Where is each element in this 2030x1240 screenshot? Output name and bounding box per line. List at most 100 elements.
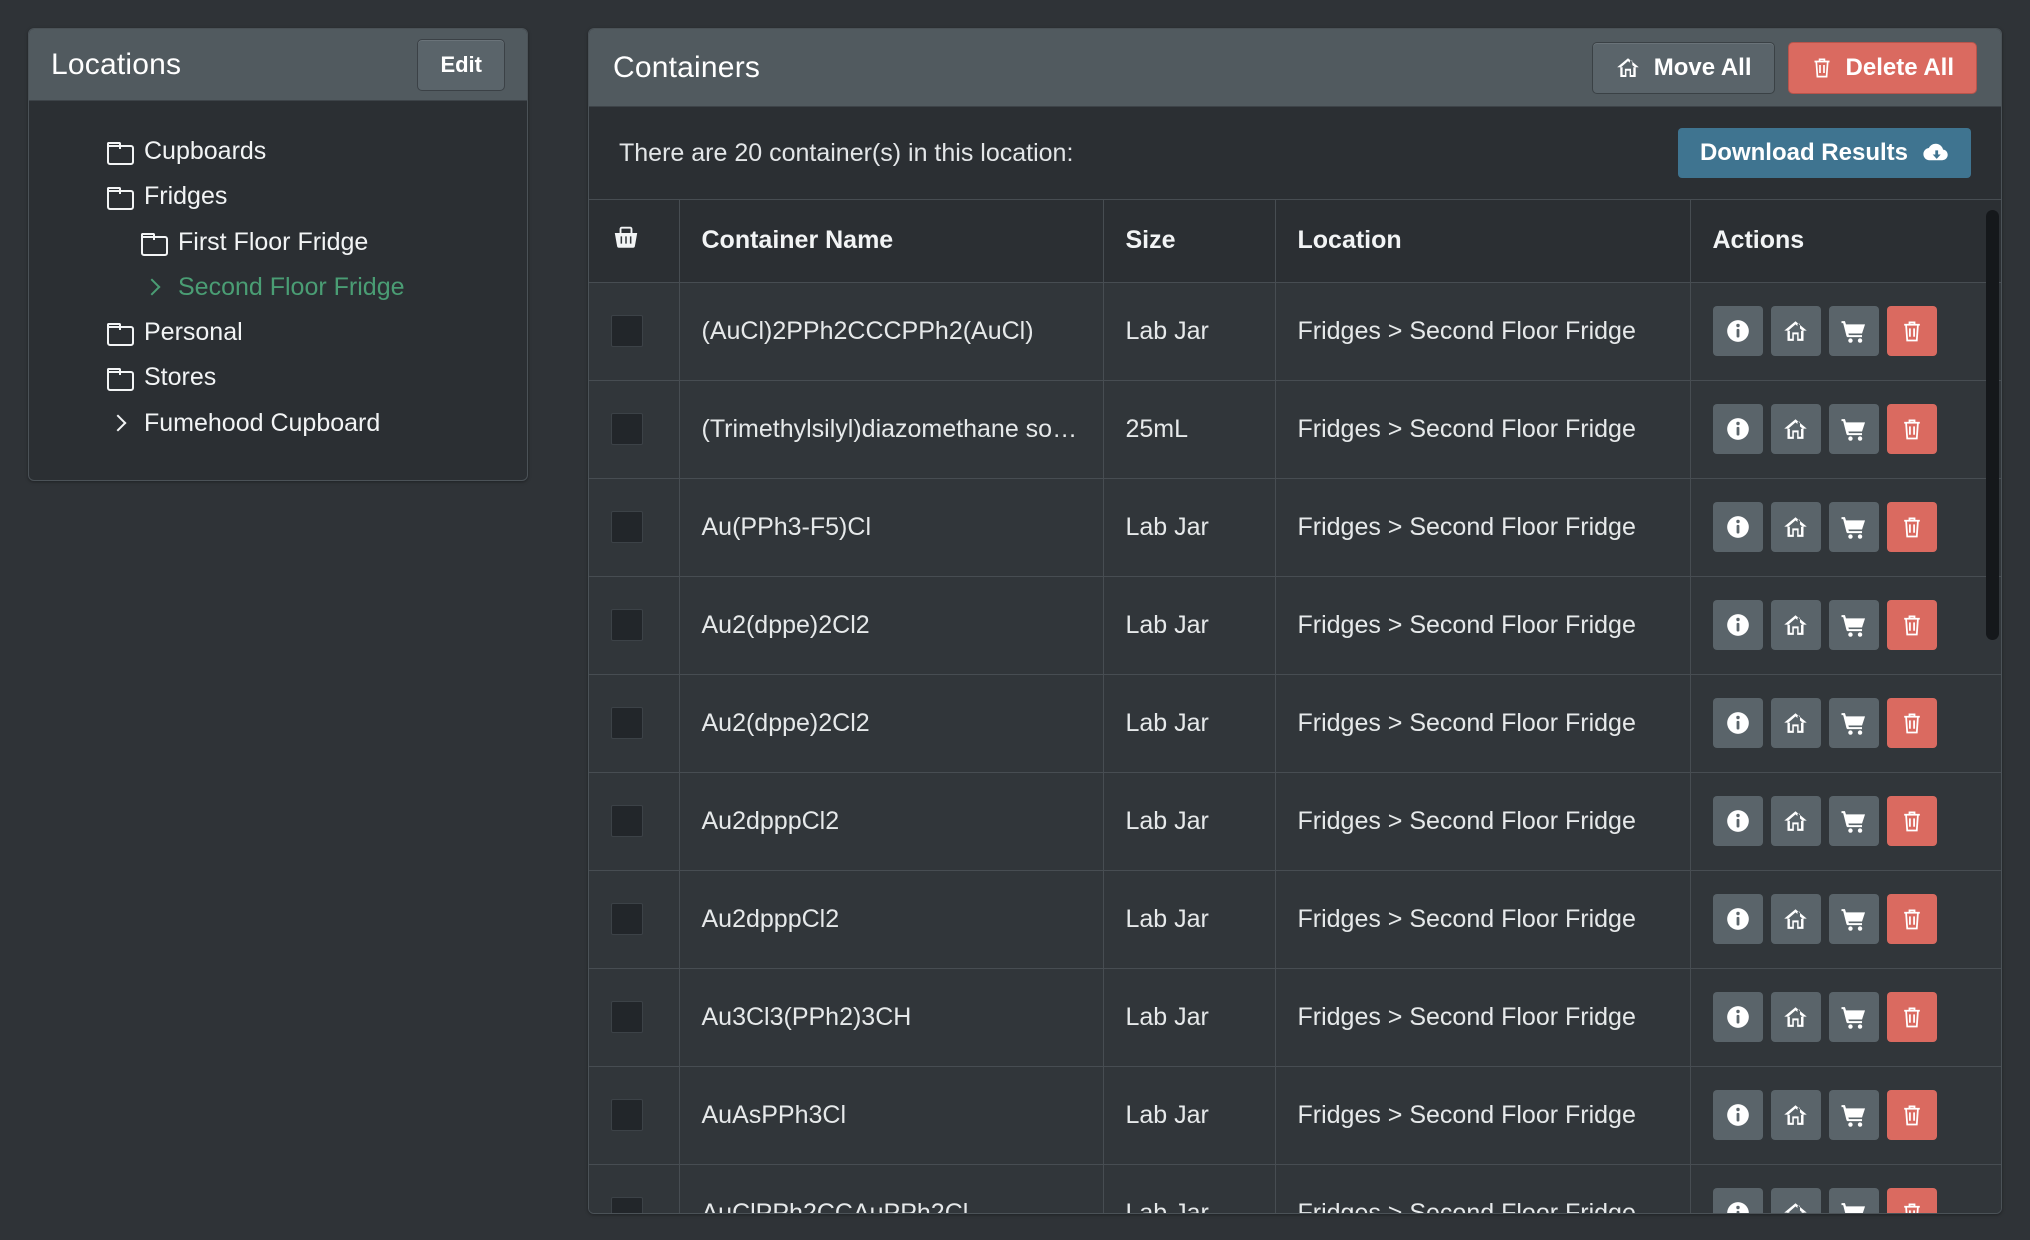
- row-checkbox[interactable]: [611, 1099, 643, 1131]
- location-tree-item-first-floor-fridge[interactable]: First Floor Fridge: [29, 220, 527, 265]
- row-home-button[interactable]: [1770, 600, 1821, 650]
- row-trash-button[interactable]: [1886, 992, 1937, 1042]
- row-checkbox[interactable]: [611, 413, 643, 445]
- row-checkbox[interactable]: [611, 707, 643, 739]
- edit-locations-button[interactable]: Edit: [417, 38, 505, 91]
- cell-actions: [1690, 1066, 2001, 1165]
- cell-location: Fridges > Second Floor Fridge: [1275, 674, 1691, 773]
- column-header-location[interactable]: Location: [1275, 200, 1691, 283]
- row-home-button[interactable]: [1770, 992, 1821, 1042]
- row-home-button[interactable]: [1770, 1090, 1821, 1140]
- row-trash-button[interactable]: [1886, 600, 1937, 650]
- cell-size: Lab Jar: [1103, 478, 1276, 577]
- trash-icon: [1900, 711, 1924, 736]
- delete-all-button[interactable]: Delete All: [1787, 41, 1977, 94]
- row-cart-button[interactable]: [1828, 502, 1879, 552]
- move-all-label: Move All: [1653, 53, 1752, 81]
- cell-location: Fridges > Second Floor Fridge: [1275, 380, 1691, 479]
- row-trash-button[interactable]: [1886, 306, 1937, 356]
- row-action-group: [1712, 894, 1982, 944]
- location-tree-item-fridges[interactable]: Fridges: [29, 174, 527, 219]
- cart-icon: [1840, 319, 1868, 344]
- column-header-size[interactable]: Size: [1103, 200, 1276, 283]
- location-tree-item-label: First Floor Fridge: [178, 227, 369, 256]
- row-trash-button[interactable]: [1886, 404, 1937, 454]
- location-tree-item-stores[interactable]: Stores: [29, 355, 527, 400]
- containers-panel-header: Containers Move All Delete All: [589, 29, 2001, 107]
- row-checkbox[interactable]: [611, 903, 643, 935]
- select-all-header[interactable]: [589, 200, 680, 283]
- row-cart-button[interactable]: [1828, 1090, 1879, 1140]
- table-row: Au(PPh3-F5)Cl Lab Jar Fridges > Second Flo…: [589, 478, 2001, 577]
- location-tree-item-label: Cupboards: [144, 137, 267, 165]
- trash-icon: [1900, 417, 1924, 442]
- row-info-button[interactable]: [1712, 1188, 1763, 1213]
- row-checkbox[interactable]: [611, 511, 643, 543]
- location-tree-item-fumehood-cupboard[interactable]: Fumehood Cupboard: [29, 401, 527, 446]
- row-checkbox[interactable]: [611, 805, 643, 837]
- row-info-button[interactable]: [1712, 600, 1763, 650]
- row-checkbox[interactable]: [611, 1197, 643, 1213]
- table-scrollbar-track[interactable]: [1985, 200, 2001, 1213]
- row-home-button[interactable]: [1770, 404, 1821, 454]
- row-select-cell: [589, 1164, 680, 1213]
- row-cart-button[interactable]: [1828, 894, 1879, 944]
- cart-icon: [1840, 1005, 1868, 1030]
- cell-container-name: AuAsPPh3Cl: [679, 1066, 1104, 1165]
- row-checkbox[interactable]: [611, 609, 643, 641]
- cell-actions: [1690, 478, 2001, 577]
- cell-size: Lab Jar: [1103, 772, 1276, 871]
- row-info-button[interactable]: [1712, 502, 1763, 552]
- row-cart-button[interactable]: [1828, 796, 1879, 846]
- row-home-button[interactable]: [1770, 1188, 1821, 1213]
- cell-actions: [1690, 674, 2001, 773]
- row-info-button[interactable]: [1712, 894, 1763, 944]
- location-tree-item-cupboards[interactable]: Cupboards: [29, 129, 527, 174]
- row-trash-button[interactable]: [1886, 1188, 1937, 1213]
- locations-panel-header: Locations Edit: [29, 29, 527, 101]
- table-row: Au3Cl3(PPh2)3CH Lab Jar Fridges > Second F…: [589, 968, 2001, 1067]
- row-trash-button[interactable]: [1886, 894, 1937, 944]
- download-results-button[interactable]: Download Results: [1677, 128, 1971, 178]
- row-cart-button[interactable]: [1828, 992, 1879, 1042]
- cell-location: Fridges > Second Floor Fridge: [1275, 576, 1691, 675]
- row-home-button[interactable]: [1770, 502, 1821, 552]
- row-info-button[interactable]: [1712, 992, 1763, 1042]
- cart-icon: [1840, 417, 1868, 442]
- table-row: (Trimethylsilyl)diazomethane sol… 25mL Fri…: [589, 380, 2001, 479]
- row-trash-button[interactable]: [1886, 502, 1937, 552]
- column-header-container-name[interactable]: Container Name: [679, 200, 1104, 283]
- row-info-button[interactable]: [1712, 698, 1763, 748]
- location-tree-item-personal[interactable]: Personal: [29, 310, 527, 355]
- row-info-button[interactable]: [1712, 796, 1763, 846]
- info-icon: [1725, 1004, 1751, 1030]
- row-info-button[interactable]: [1712, 306, 1763, 356]
- table-row: AuClPPh2CCAuPPh2Cl Lab Jar Fridges > Secon…: [589, 1164, 2001, 1213]
- row-trash-button[interactable]: [1886, 796, 1937, 846]
- row-cart-button[interactable]: [1828, 698, 1879, 748]
- download-results-label: Download Results: [1699, 139, 1908, 166]
- row-cart-button[interactable]: [1828, 600, 1879, 650]
- row-home-button[interactable]: [1770, 796, 1821, 846]
- row-home-button[interactable]: [1770, 894, 1821, 944]
- move-all-button[interactable]: Move All: [1591, 41, 1775, 94]
- row-cart-button[interactable]: [1828, 1188, 1879, 1213]
- table-scrollbar-thumb[interactable]: [1986, 210, 1999, 640]
- table-row: (AuCl)2PPh2CCCPPh2(AuCl) Lab Jar Fridges >…: [589, 282, 2001, 381]
- location-tree-item-second-floor-fridge[interactable]: Second Floor Fridge: [29, 265, 527, 310]
- row-info-button[interactable]: [1712, 404, 1763, 454]
- row-trash-button[interactable]: [1886, 698, 1937, 748]
- row-home-button[interactable]: [1770, 306, 1821, 356]
- home-icon: [1782, 907, 1809, 932]
- row-home-button[interactable]: [1770, 698, 1821, 748]
- row-cart-button[interactable]: [1828, 306, 1879, 356]
- location-tree-item-label: Fumehood Cupboard: [144, 408, 381, 437]
- cell-size: Lab Jar: [1103, 282, 1276, 381]
- row-info-button[interactable]: [1712, 1090, 1763, 1140]
- row-checkbox[interactable]: [611, 1001, 643, 1033]
- row-cart-button[interactable]: [1828, 404, 1879, 454]
- row-checkbox[interactable]: [611, 315, 643, 347]
- row-trash-button[interactable]: [1886, 1090, 1937, 1140]
- cell-size: Lab Jar: [1103, 1164, 1276, 1213]
- home-icon: [1782, 515, 1809, 540]
